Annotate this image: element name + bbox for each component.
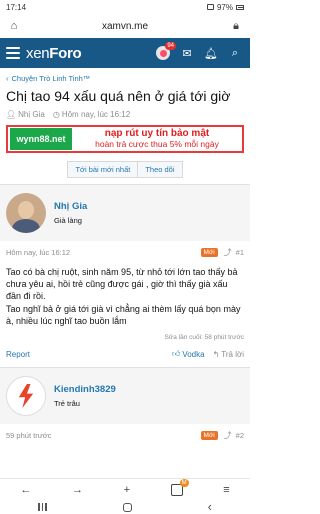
alert-count-badge: 94	[165, 42, 176, 50]
thread-title: Chị tao 94 xấu quá nên ở giá tới giờ	[6, 88, 231, 104]
tabs-icon[interactable]: M	[170, 478, 189, 496]
back-arrow-icon[interactable]: ←	[20, 484, 31, 496]
breadcrumb-label: Chuyện Trò Linh Tinh™	[11, 74, 91, 83]
lock-icon[interactable]: 🔒︎	[228, 18, 244, 34]
home-icon[interactable]: ⌂	[6, 18, 22, 34]
jump-to-latest-button[interactable]: Tới bài mới nhất	[67, 161, 139, 178]
avatar[interactable]	[6, 376, 46, 416]
envelope-icon[interactable]: ✉	[178, 44, 196, 62]
ad-subline: hoàn trả cược thua 5% mỗi ngày	[95, 139, 219, 149]
share-icon[interactable]: ⤴	[224, 247, 232, 258]
url-text[interactable]: xamvn.me	[28, 21, 222, 32]
post-body: Tao có bà chị ruột, sinh năm 95, từ nhỏ …	[0, 264, 250, 327]
post-actions: Report 👍︎ Vodka ↰ Trả lời	[0, 347, 250, 367]
breadcrumb[interactable]: ‹ Chuyện Trò Linh Tinh™	[6, 74, 244, 83]
report-button[interactable]: Report	[6, 350, 164, 359]
post-time[interactable]: 59 phút trước	[6, 431, 201, 440]
thumbs-up-icon: 👍︎	[171, 349, 181, 358]
post-number[interactable]: #2	[236, 431, 244, 440]
post-meta: 59 phút trước Mới ⤴ #2	[0, 424, 250, 447]
battery-percent: 97%	[216, 2, 233, 12]
chevron-left-icon: ‹	[6, 74, 9, 83]
back-icon[interactable]	[208, 502, 212, 513]
thread-actions: Tới bài mới nhất Theo dõi	[0, 161, 250, 178]
follow-button[interactable]: Theo dõi	[138, 161, 183, 178]
home-button-icon[interactable]	[122, 502, 132, 512]
post-2: Kiendinh3829 Trẻ trâu 59 phút trước Mới …	[0, 367, 250, 447]
search-icon[interactable]: ⌕	[226, 44, 244, 62]
browser-bottom-bar: ← → + M ≡	[0, 478, 250, 500]
ad-logo: wynn88.net	[10, 128, 72, 150]
share-icon[interactable]: ⤴	[224, 430, 232, 441]
recent-apps-icon[interactable]	[38, 503, 47, 511]
forward-arrow-icon[interactable]: →	[72, 484, 83, 496]
tab-badge: M	[179, 478, 189, 487]
new-badge: Mới	[200, 248, 218, 257]
menu-icon[interactable]	[6, 47, 20, 59]
post-number[interactable]: #1	[236, 248, 244, 257]
battery-icon	[236, 4, 244, 10]
ad-headline: nạp rút uy tín bảo mật	[104, 128, 210, 139]
post-user-block: Kiendinh3829 Trẻ trâu	[0, 368, 250, 424]
react-button[interactable]: 👍︎ Vodka	[172, 349, 205, 359]
clock-icon: ◷	[52, 110, 60, 119]
post-1: Nhị Gia Già làng Hôm nay, lúc 16:12 Mới …	[0, 184, 250, 367]
post-username[interactable]: Kiendinh3829	[54, 384, 116, 395]
site-header: xenForo 94 ✉ 🔔︎ ⌕	[0, 38, 250, 68]
post-paragraph: Tao có bà chị ruột, sinh năm 95, từ nhỏ …	[6, 267, 238, 301]
thread-author[interactable]: Nhị Gia	[18, 110, 45, 119]
reply-button[interactable]: ↰ Trả lời	[213, 350, 244, 359]
post-meta: Hôm nay, lúc 16:12 Mới ⤴ #1	[0, 241, 250, 264]
edited-note: Sửa lần cuối: 58 phút trước	[164, 334, 244, 341]
thread-time[interactable]: Hôm nay, lúc 16:12	[62, 110, 130, 119]
post-user-title: Già làng	[54, 216, 82, 225]
ad-banner[interactable]: wynn88.net nạp rút uy tín bảo mật hoàn t…	[6, 125, 244, 153]
avatar[interactable]	[6, 193, 46, 233]
post-time[interactable]: Hôm nay, lúc 16:12	[6, 248, 201, 257]
browser-url-bar: ⌂ xamvn.me 🔒︎	[0, 14, 250, 38]
thread-meta: 👤︎ Nhị Gia ◷ Hôm nay, lúc 16:12	[6, 110, 244, 119]
status-bar: 17:14 97%	[0, 0, 250, 14]
post-username[interactable]: Nhị Gia	[54, 201, 87, 212]
user-avatar[interactable]: 94	[154, 42, 176, 62]
status-time: 17:14	[6, 2, 27, 12]
signal-icon	[206, 4, 214, 10]
bolt-icon	[18, 384, 34, 408]
bell-icon[interactable]: 🔔︎	[202, 44, 220, 62]
user-icon: 👤︎	[6, 110, 17, 119]
more-menu-icon[interactable]: ≡	[223, 484, 229, 496]
add-icon[interactable]: +	[124, 484, 130, 496]
system-nav-bar	[0, 500, 250, 514]
post-user-block: Nhị Gia Già làng	[0, 185, 250, 241]
site-logo[interactable]: xenForo	[26, 45, 82, 62]
reply-icon: ↰	[212, 349, 220, 359]
new-badge: Mới	[200, 431, 218, 440]
post-paragraph: Tao nghĩ bả ở giá tới già vì chẳng ai th…	[6, 304, 241, 326]
post-user-title: Trẻ trâu	[54, 399, 80, 408]
